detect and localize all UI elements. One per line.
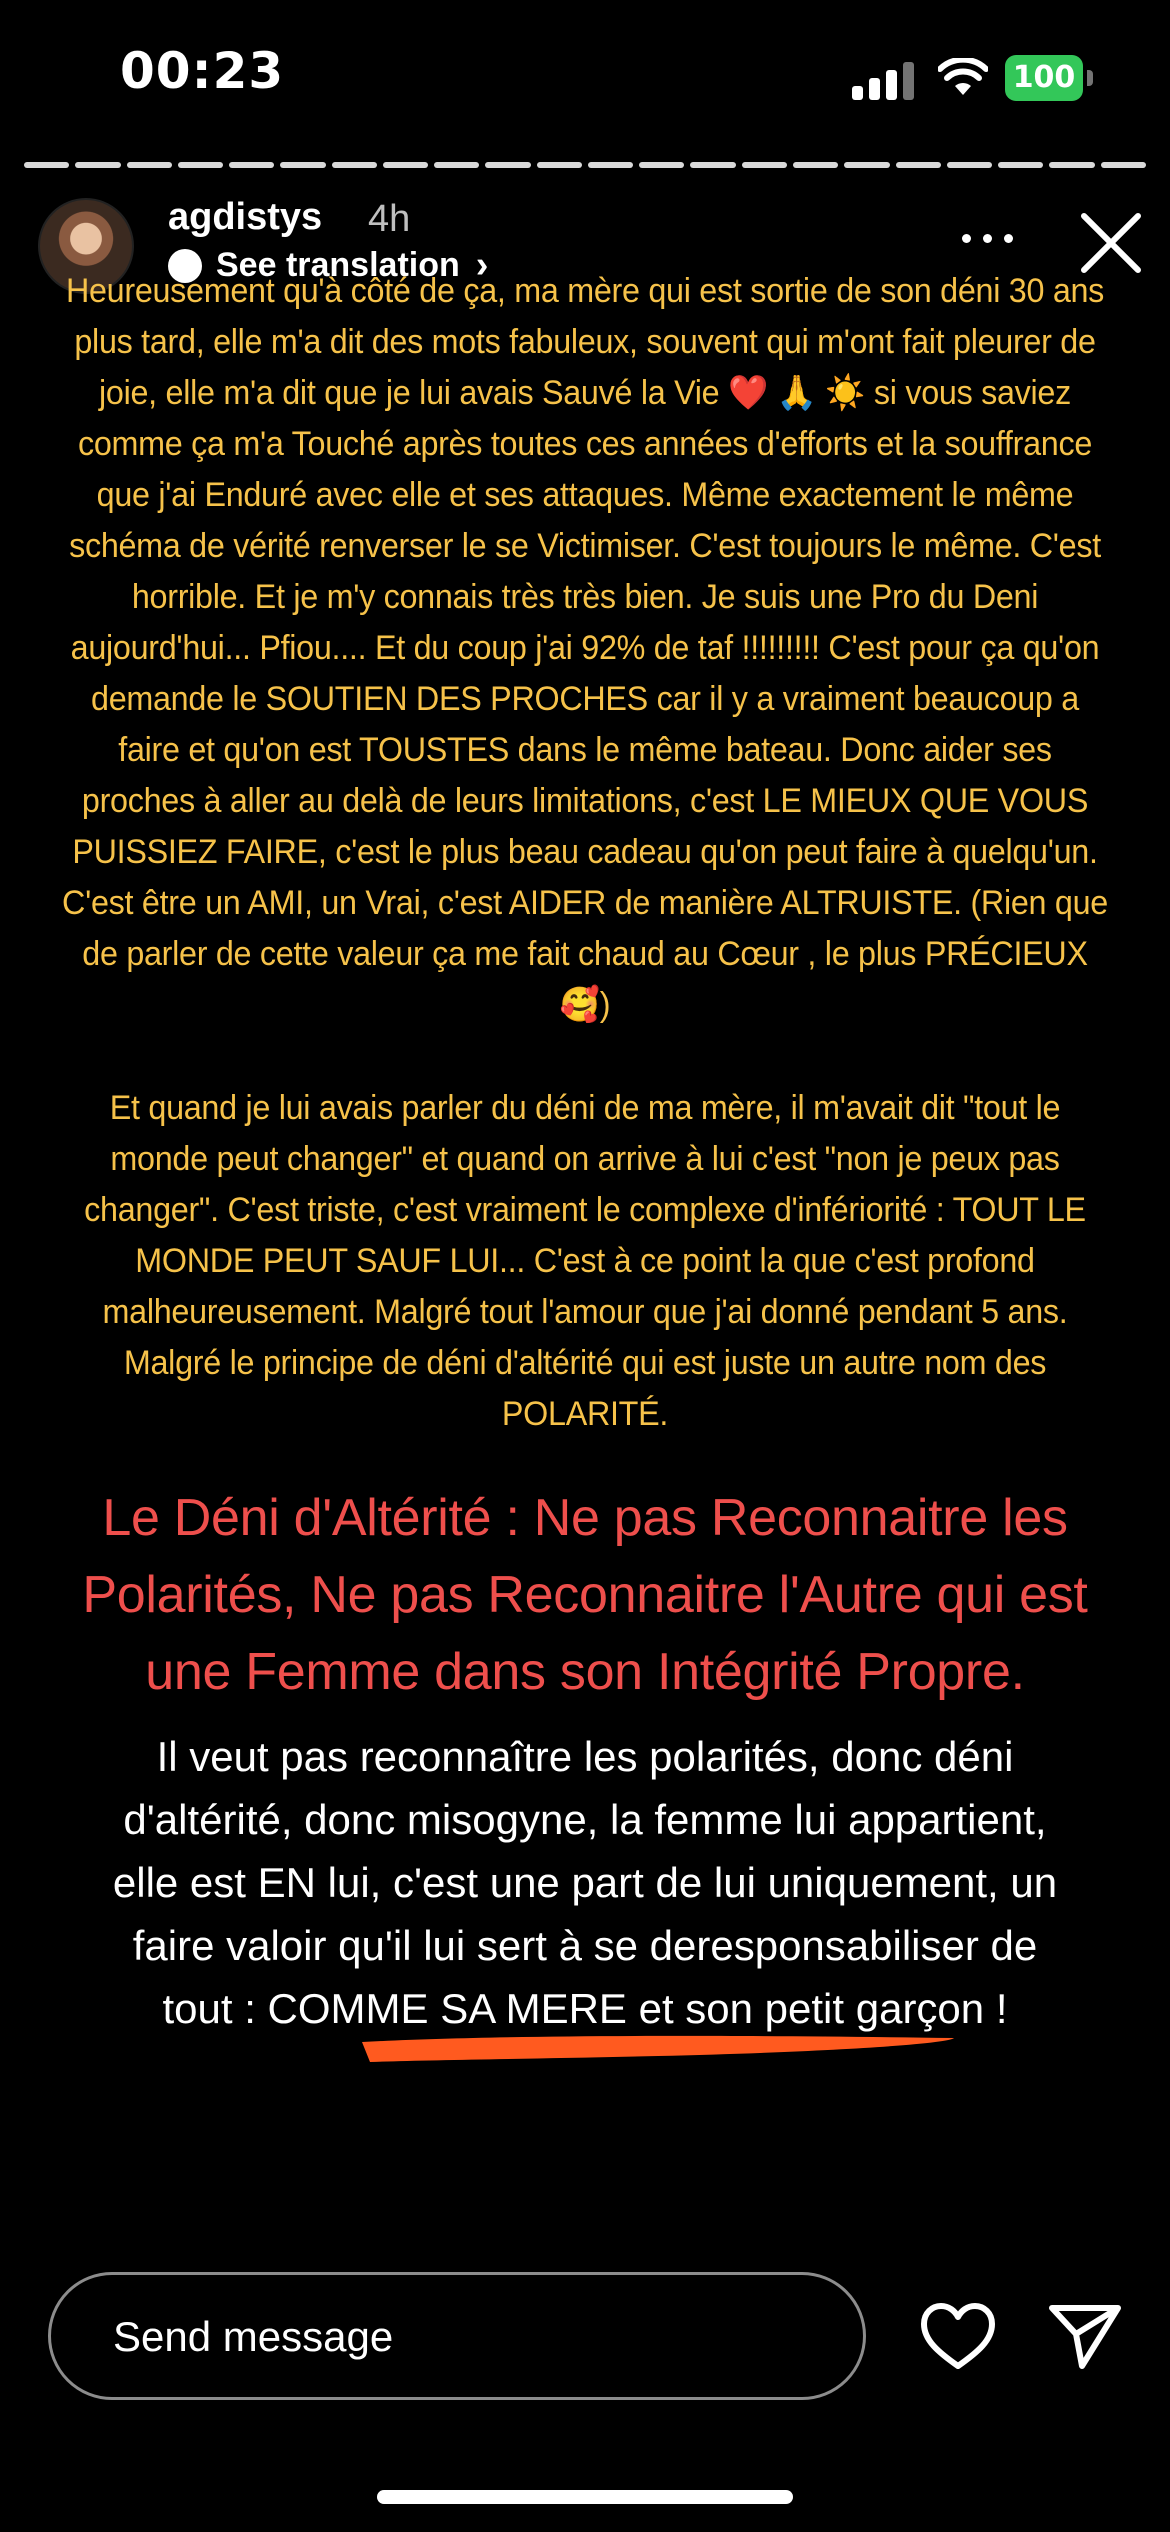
status-bar: 00:23 100: [0, 0, 1170, 150]
chevron-right-icon: ›: [475, 244, 489, 286]
story-progress-bar: [24, 162, 1146, 170]
see-translation-button[interactable]: See translation ›: [168, 244, 488, 287]
story-progress-segment: [1100, 162, 1146, 168]
wifi-icon: [938, 58, 988, 95]
story-progress-segment: [946, 162, 993, 168]
story-progress-segment: [331, 162, 377, 168]
story-progress-segment: [177, 162, 224, 168]
globe-icon: [168, 248, 202, 283]
story-progress-segment: [587, 162, 634, 168]
heart-icon[interactable]: [918, 2300, 998, 2372]
cellular-signal-icon: [852, 60, 914, 100]
story-progress-segment: [24, 162, 70, 168]
story-paragraph-1: Heureusement qu'à côté de ça, ma mère qu…: [62, 272, 1108, 1024]
story-progress-segment: [382, 162, 429, 168]
battery-icon: 100: [1005, 55, 1095, 101]
post-time: 4h: [368, 198, 411, 240]
status-time: 00:23: [120, 42, 285, 100]
story-progress-segment: [741, 162, 787, 168]
battery-level: 100: [1005, 55, 1083, 101]
more-options-icon[interactable]: [960, 232, 1016, 246]
username[interactable]: agdistys: [168, 196, 322, 239]
send-icon[interactable]: [1048, 2302, 1122, 2370]
story-progress-segment: [485, 162, 531, 168]
story-progress-segment: [639, 162, 685, 168]
story-paragraph-white: Il veut pas reconnaître les polarités, d…: [112, 1733, 1058, 2032]
story-progress-segment: [792, 162, 839, 168]
story-progress-segment: [75, 162, 121, 168]
story-progress-segment: [536, 162, 582, 168]
home-indicator: [377, 2490, 793, 2504]
story-progress-segment: [690, 162, 736, 168]
story-progress-segment: [229, 162, 275, 168]
story-progress-segment: [844, 162, 890, 168]
see-translation-label: See translation: [216, 246, 460, 284]
story-text-content: Heureusement qu'à côté de ça, ma mère qu…: [30, 266, 1140, 2040]
send-message-input[interactable]: Send message: [48, 2272, 866, 2400]
story-progress-segment: [895, 162, 941, 168]
send-message-placeholder: Send message: [113, 2313, 394, 2360]
story-progress-segment: [280, 162, 326, 168]
story-progress-segment: [126, 162, 172, 168]
story-heading-red: Le Déni d'Altérité : Ne pas Reconnaitre …: [82, 1489, 1088, 1701]
story-progress-segment: [998, 162, 1044, 168]
story-progress-segment: [1049, 162, 1095, 168]
story-progress-segment: [434, 162, 480, 168]
story-paragraph-2: Et quand je lui avais parler du déni de …: [84, 1089, 1086, 1433]
orange-underline-stroke: [362, 2035, 954, 2062]
